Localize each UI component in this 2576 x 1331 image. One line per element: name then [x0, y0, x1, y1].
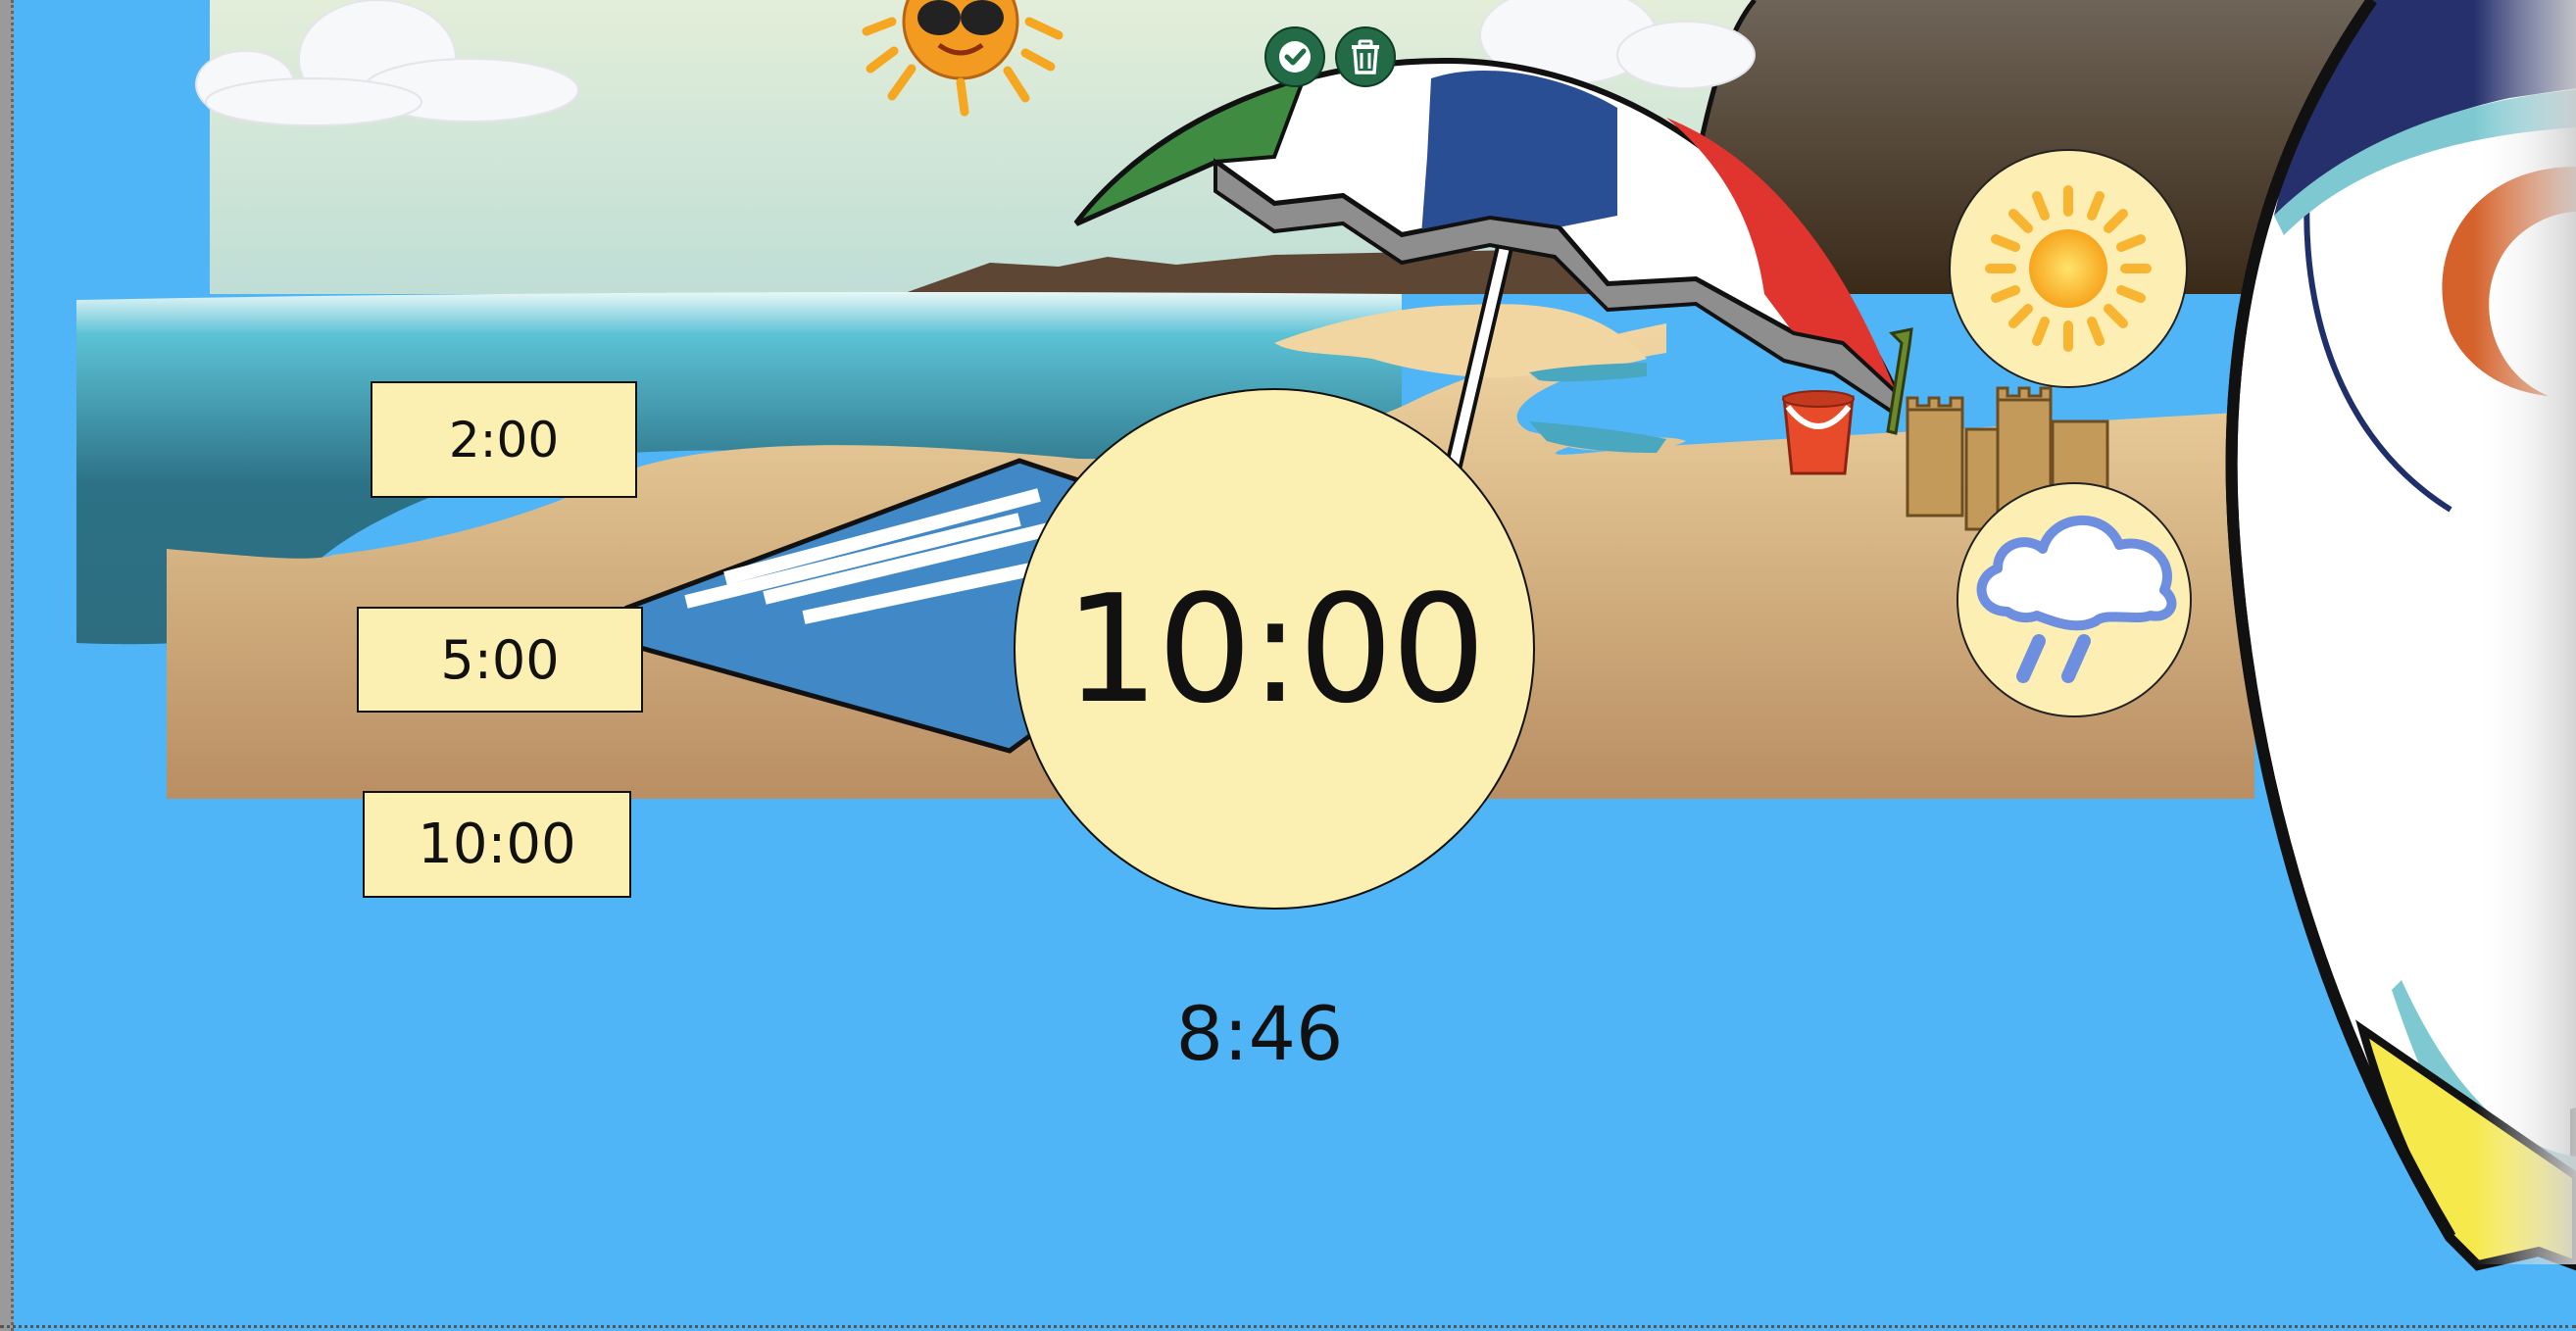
sand-bucket: [1782, 390, 1855, 475]
preset-label: 10:00: [418, 813, 576, 876]
delete-button[interactable]: [1335, 26, 1396, 87]
sunny-weather-button[interactable]: [1949, 149, 2188, 388]
rain-cloud-icon: [1976, 516, 2177, 683]
preset-5-min-button[interactable]: 5:00: [357, 607, 643, 713]
checkmark-icon: [1279, 41, 1311, 73]
preset-label: 2:00: [448, 411, 560, 468]
preset-10-min-button[interactable]: 10:00: [363, 791, 631, 898]
selected-duration: 10:00: [1064, 562, 1486, 736]
canvas-left-edge: [0, 0, 14, 1331]
timer-canvas: 2:00 5:00 10:00 10:00 8:46: [0, 0, 2576, 1331]
sun-icon: [1985, 185, 2152, 352]
rainy-weather-button[interactable]: [1957, 482, 2192, 717]
trash-icon: [1352, 39, 1379, 74]
preset-label: 5:00: [440, 628, 560, 691]
timer-dial[interactable]: 10:00: [1014, 388, 1535, 910]
preset-2-min-button[interactable]: 2:00: [371, 381, 637, 498]
remaining-time-readout: 8:46: [1175, 990, 1344, 1077]
canvas-bottom-edge: [0, 1325, 2576, 1331]
surfboard: [2225, 0, 2576, 1271]
confirm-button[interactable]: [1264, 26, 1325, 87]
